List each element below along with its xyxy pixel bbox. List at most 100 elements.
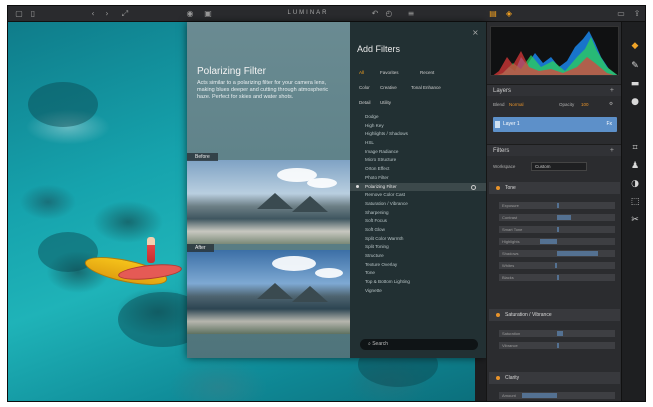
top-toolbar: ▢ ▯ ‹ › ⤢ ◉ ▣ LUMINAR ↶ ◴ ≡ ▤ ◈ ▭ ⇪ (8, 6, 645, 22)
filter-item[interactable]: Structure (350, 252, 486, 261)
clone-stamp-icon[interactable]: ♟ (629, 160, 641, 172)
gradient-icon[interactable]: ▬ (629, 78, 641, 90)
sliders-icon[interactable]: ≡ (406, 9, 416, 19)
layer-row-selected[interactable]: Layer 1 Fx (493, 117, 617, 132)
saturation-section-header[interactable]: Saturation / Vibrance (489, 309, 620, 321)
smart-tone-slider[interactable]: Smart Tone (499, 226, 615, 233)
slider-fill (557, 227, 559, 232)
mountain-shape (257, 283, 293, 299)
filter-item[interactable]: Split Color Warmth (350, 235, 486, 244)
category-favorites[interactable]: Favorites (380, 70, 399, 75)
clarity-amount-slider[interactable]: Amount (499, 392, 615, 399)
file-icon[interactable]: ▯ (28, 9, 38, 19)
opacity-value[interactable]: 100 (581, 102, 589, 107)
histogram-graph (493, 31, 618, 75)
layer-settings-icon[interactable]: ⚙ (609, 101, 613, 107)
layers-icon[interactable]: ◈ (504, 9, 514, 19)
exposure-slider[interactable]: Exposure (499, 202, 615, 209)
section-toggle-icon[interactable] (496, 186, 500, 190)
category-all[interactable]: All (359, 70, 364, 75)
filter-search-input[interactable]: ⌕ Search (360, 339, 478, 350)
filter-item[interactable]: Remove Color Cast (350, 191, 486, 200)
filter-item[interactable]: Soft Glow (350, 226, 486, 235)
filter-item[interactable]: Photo Filter (350, 174, 486, 183)
share-icon[interactable]: ⇪ (632, 9, 642, 19)
clarity-section-header[interactable]: Clarity (489, 372, 620, 384)
filter-item[interactable]: Texture Overlay (350, 261, 486, 270)
slider-fill (557, 343, 559, 348)
category-recent[interactable]: Recent (420, 70, 434, 75)
filter-item[interactable]: Saturation / Vibrance (350, 200, 486, 209)
info-icon[interactable] (471, 184, 476, 190)
filter-item[interactable]: Soft Focus (350, 217, 486, 226)
filter-item[interactable]: Dodge (350, 113, 486, 122)
category-detail[interactable]: Detail (359, 100, 371, 105)
whites-slider[interactable]: Whites (499, 262, 615, 269)
cloud-shape (315, 268, 343, 278)
blend-value[interactable]: Normal (509, 102, 524, 107)
zoom-icon[interactable]: ⤢ (120, 9, 130, 19)
category-tonal-enhance[interactable]: Tonal Enhance (411, 85, 441, 90)
workspace-select[interactable]: Custom (531, 162, 587, 171)
category-creative[interactable]: Creative (380, 85, 397, 90)
blacks-slider[interactable]: Blacks (499, 274, 615, 281)
close-icon[interactable]: × (472, 29, 480, 37)
erase-icon[interactable]: ◑ (629, 178, 641, 190)
filter-item[interactable]: HSL (350, 139, 486, 148)
filter-item[interactable]: Image Radiance (350, 148, 486, 157)
filter-item[interactable]: Vignette (350, 287, 486, 296)
filter-item[interactable]: Tone (350, 269, 486, 278)
export-icon[interactable]: ▭ (616, 9, 626, 19)
mountain-shape (292, 196, 328, 212)
crop-icon[interactable]: ⌗ (629, 142, 641, 154)
slider-label: Shadows (502, 251, 519, 256)
eye-icon[interactable]: ◉ (185, 9, 195, 19)
favorite-dot-icon (356, 185, 359, 188)
brush-icon[interactable]: ✎ (629, 60, 641, 72)
layer-name: Layer 1 (503, 121, 520, 127)
radial-mask-icon[interactable]: ● (629, 96, 641, 108)
saturation-slider[interactable]: Saturation (499, 330, 615, 337)
vibrance-slider[interactable]: Vibrance (499, 342, 615, 349)
category-color[interactable]: Color (359, 85, 370, 90)
filter-item[interactable]: Highlights / Shadows (350, 130, 486, 139)
opacity-label: Opacity (559, 102, 575, 107)
section-toggle-icon[interactable] (496, 376, 500, 380)
filter-item[interactable]: Micro Structure (350, 156, 486, 165)
section-toggle-icon[interactable] (496, 313, 500, 317)
paint-icon[interactable]: ◆ (629, 40, 641, 52)
undo-icon[interactable]: ↶ (370, 9, 380, 19)
slider-label: Saturation (502, 331, 521, 336)
after-label: After (187, 244, 214, 252)
arrow-left-icon[interactable]: ‹ (88, 9, 98, 19)
before-preview-image (187, 160, 350, 244)
filter-item[interactable]: Orton Effect (350, 165, 486, 174)
compare-icon[interactable]: ▣ (203, 9, 213, 19)
tone-title: Tone (505, 185, 516, 191)
filter-list: Dodge High Key Highlights / Shadows HSL … (350, 113, 486, 295)
transform-icon[interactable]: ⬚ (629, 196, 641, 208)
history-icon[interactable]: ◴ (384, 9, 394, 19)
contrast-slider[interactable]: Contrast (499, 214, 615, 221)
filter-item[interactable]: Sharpening (350, 209, 486, 218)
filter-item-selected[interactable]: Polarizing Filter (350, 182, 486, 192)
shadows-slider[interactable]: Shadows (499, 250, 615, 257)
slider-label: Exposure (502, 203, 519, 208)
arrow-right-icon[interactable]: › (102, 9, 112, 19)
add-layer-icon[interactable]: + (610, 85, 614, 97)
filter-item[interactable]: Split Toning (350, 243, 486, 252)
slider-label: Whites (502, 263, 515, 268)
filter-item[interactable]: Top & Bottom Lighting (350, 278, 486, 287)
highlights-slider[interactable]: Highlights (499, 238, 615, 245)
presets-icon[interactable]: ▤ (488, 9, 498, 19)
cut-icon[interactable]: ✂ (629, 214, 641, 226)
layer-fx-button[interactable]: Fx (606, 117, 612, 132)
tool-sidebar: ◆ ✎ ▬ ● ⌗ ♟ ◑ ⬚ ✂ (621, 22, 645, 401)
tone-section-header[interactable]: Tone (489, 182, 620, 194)
add-filter-icon[interactable]: + (610, 145, 614, 157)
mountain-shape (292, 286, 328, 302)
menu-icon[interactable]: ▢ (14, 9, 24, 19)
category-utility[interactable]: Utility (380, 100, 391, 105)
filter-item[interactable]: High Key (350, 122, 486, 131)
paddler-figure (147, 237, 155, 263)
